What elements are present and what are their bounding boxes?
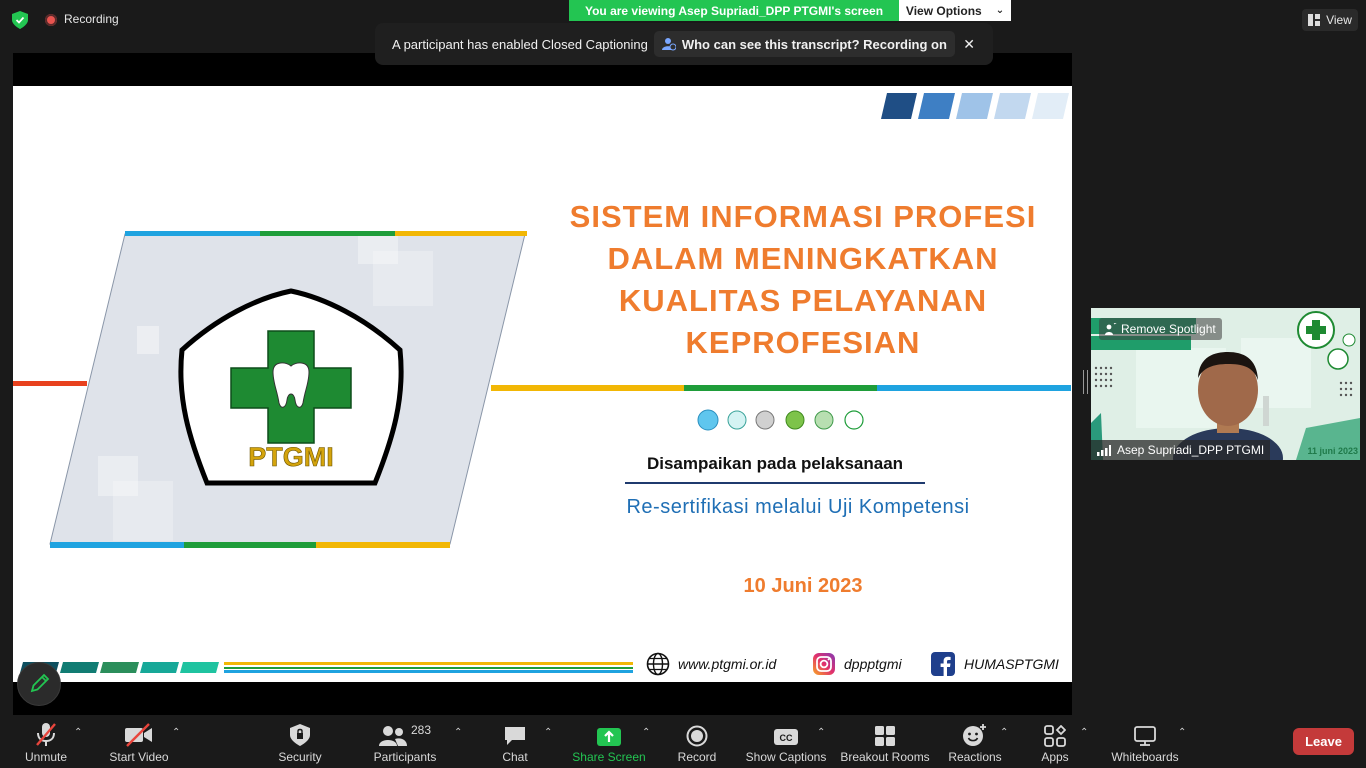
unmute-button[interactable]: Unmute <box>16 715 76 768</box>
share-screen-label: Share Screen <box>572 750 646 764</box>
pencil-icon <box>30 673 50 693</box>
person-info-icon <box>661 38 676 51</box>
slide-date: 10 Juni 2023 <box>743 575 863 597</box>
start-video-button[interactable]: Start Video <box>104 715 174 768</box>
reactions-button[interactable]: Reactions <box>945 715 1005 768</box>
participants-label: Participants <box>373 750 437 764</box>
divider-colorbar <box>491 385 1071 391</box>
view-grid-icon <box>1308 14 1321 26</box>
participant-video[interactable]: Remove Spotlight Asep Supriadi_DPP PTGMI… <box>1091 308 1360 460</box>
participant-name: Asep Supriadi_DPP PTGMI <box>1117 443 1265 457</box>
participants-icon <box>378 726 407 746</box>
security-label: Security <box>278 750 322 764</box>
subtitle-underline <box>625 482 925 484</box>
transcript-question: Who can see this transcript? Recording o… <box>681 36 947 52</box>
apps-button[interactable]: Apps <box>1035 715 1075 768</box>
slide-title: SISTEM INFORMASI PROFESI DALAM MENINGKAT… <box>569 199 1037 360</box>
chevron-down-icon: ⌄ <box>995 5 1005 16</box>
start-video-label: Start Video <box>109 750 169 764</box>
facebook-text: HUMASPTGMI <box>964 656 1059 672</box>
presentation-slide: PTGMI SISTEM INFORMASI PROFESI DALAM MEN… <box>13 86 1072 682</box>
security-button[interactable]: Security <box>270 715 330 768</box>
breakout-rooms-icon <box>875 726 895 746</box>
whiteboard-icon <box>1134 726 1156 746</box>
chat-caret-icon[interactable]: ⌃ <box>544 727 552 738</box>
show-captions-button[interactable]: CC Show Captions <box>744 715 828 768</box>
apps-label: Apps <box>1041 750 1069 764</box>
ptgmi-logo: PTGMI <box>178 288 404 486</box>
audio-options-caret-icon[interactable]: ⌃ <box>74 727 82 738</box>
microphone-muted-icon <box>36 723 56 746</box>
facebook-item: HUMASPTGMI <box>930 652 1059 676</box>
captions-icon: CC <box>774 729 798 745</box>
globe-icon <box>646 652 670 676</box>
logo-text: PTGMI <box>248 442 334 472</box>
view-options-button[interactable]: View Options ⌄ <box>899 0 1011 21</box>
apps-caret-icon[interactable]: ⌃ <box>1080 727 1088 738</box>
signal-icon <box>1097 444 1111 456</box>
reactions-label: Reactions <box>948 750 1002 764</box>
participants-button[interactable]: 283 Participants <box>370 715 440 768</box>
remove-spotlight-button[interactable]: Remove Spotlight <box>1099 318 1222 340</box>
instagram-text: dppptgmi <box>844 656 902 672</box>
decorative-stripes <box>881 93 1069 119</box>
captions-caret-icon[interactable]: ⌃ <box>817 727 825 738</box>
participant-name-tag: Asep Supriadi_DPP PTGMI <box>1091 440 1271 460</box>
recording-label[interactable]: Recording <box>64 12 119 26</box>
record-icon <box>686 725 708 747</box>
view-options-label: View Options <box>905 3 982 18</box>
chat-button[interactable]: Chat <box>495 715 535 768</box>
panel-resize-handle[interactable] <box>1083 370 1088 394</box>
website-item: www.ptgmi.or.id <box>646 652 776 676</box>
instagram-item: dppptgmi <box>812 652 902 676</box>
video-muted-icon <box>125 723 152 747</box>
meeting-toolbar: Unmute ⌃ Start Video ⌃ Security 283 Part… <box>0 715 1366 768</box>
video-bg-date: 11 juni 2023 <box>1307 446 1358 456</box>
closed-caption-notification: A participant has enabled Closed Caption… <box>375 23 993 65</box>
reactions-caret-icon[interactable]: ⌃ <box>1000 727 1008 738</box>
decorative-dots <box>697 409 864 431</box>
transcript-info-link[interactable]: Who can see this transcript? Recording o… <box>653 31 955 57</box>
video-options-caret-icon[interactable]: ⌃ <box>172 727 180 738</box>
chat-icon <box>505 727 525 745</box>
footer-stripes <box>20 662 633 673</box>
share-caret-icon[interactable]: ⌃ <box>642 727 650 738</box>
event-text: Re-sertifikasi melalui Uji Kompetensi <box>626 496 970 518</box>
caption-message: A participant has enabled Closed Caption… <box>392 36 648 52</box>
share-screen-icon <box>597 728 621 746</box>
recording-icon <box>45 14 57 26</box>
reactions-smiley-icon <box>963 724 986 746</box>
viewing-banner: You are viewing Asep Supriadi_DPP PTGMI'… <box>569 0 899 21</box>
share-screen-button[interactable]: Share Screen <box>570 715 648 768</box>
shield-icon <box>290 724 310 746</box>
svg-text:CC: CC <box>780 733 793 743</box>
security-shield-icon[interactable] <box>12 11 28 29</box>
breakout-rooms-label: Breakout Rooms <box>840 750 930 764</box>
whiteboards-label: Whiteboards <box>1111 750 1179 764</box>
website-text: www.ptgmi.or.id <box>678 656 777 672</box>
participant-count: 283 <box>410 723 432 737</box>
leave-button[interactable]: Leave <box>1293 728 1354 755</box>
unmute-label: Unmute <box>24 750 68 764</box>
chat-label: Chat <box>502 750 528 764</box>
spotlight-icon <box>1105 323 1117 335</box>
whiteboards-button[interactable]: Whiteboards <box>1108 715 1182 768</box>
whiteboards-caret-icon[interactable]: ⌃ <box>1178 727 1186 738</box>
view-label: View <box>1326 13 1352 27</box>
delivered-text: Disampaikan pada pelaksanaan <box>646 454 904 473</box>
facebook-icon <box>931 652 955 676</box>
record-label: Record <box>677 750 717 764</box>
apps-icon <box>1044 725 1066 747</box>
annotate-button[interactable] <box>17 662 61 706</box>
close-icon[interactable]: ✕ <box>963 36 975 53</box>
participants-caret-icon[interactable]: ⌃ <box>454 727 462 738</box>
remove-spotlight-label: Remove Spotlight <box>1121 322 1216 336</box>
record-button[interactable]: Record <box>675 715 719 768</box>
instagram-icon <box>813 653 835 675</box>
breakout-rooms-button[interactable]: Breakout Rooms <box>838 715 932 768</box>
view-button[interactable]: View <box>1302 9 1358 31</box>
show-captions-label: Show Captions <box>745 750 827 764</box>
